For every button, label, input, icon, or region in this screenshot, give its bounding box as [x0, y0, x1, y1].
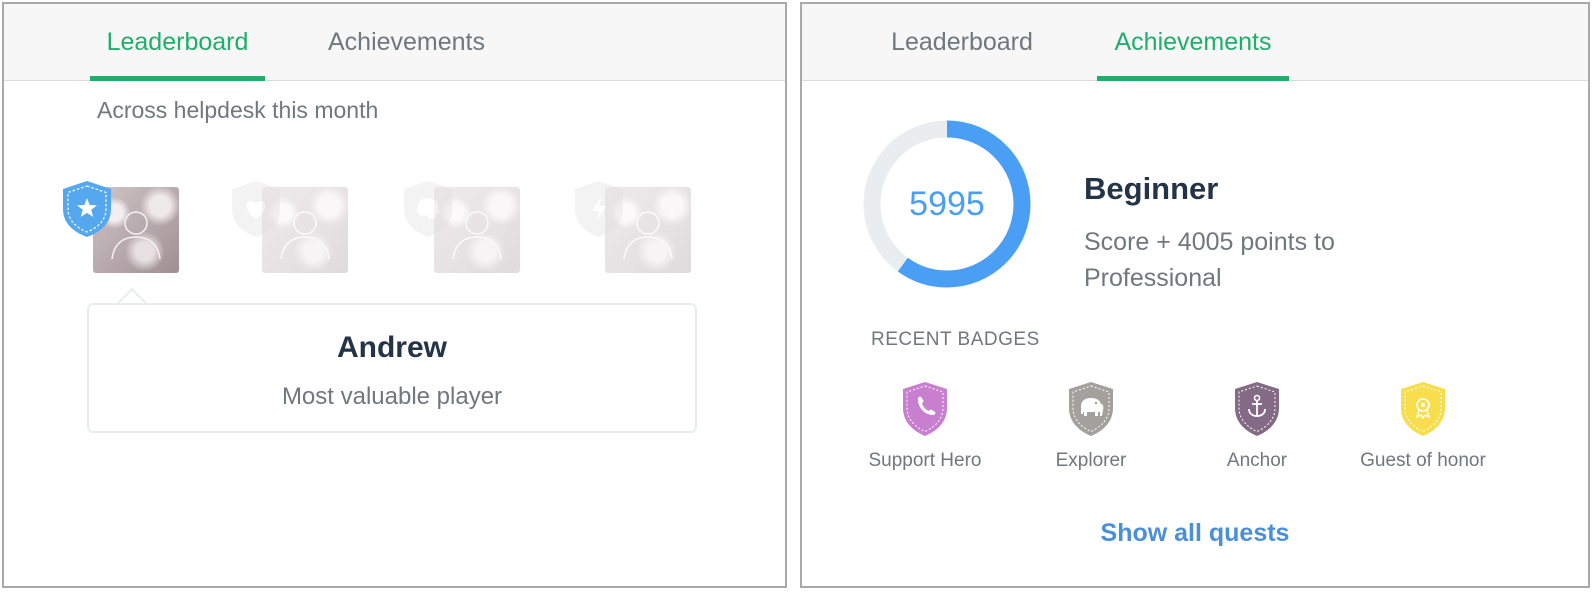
- player-title: Most valuable player: [281, 383, 503, 410]
- tab-achievements[interactable]: Achievements: [1097, 4, 1289, 81]
- show-all-quests-link[interactable]: Show all quests: [802, 519, 1588, 548]
- brain-shield-icon: [404, 181, 452, 237]
- badge-label: Support Hero: [868, 450, 982, 471]
- user-placeholder-icon: [111, 211, 161, 260]
- user-placeholder-icon: [623, 211, 673, 260]
- tab-leaderboard[interactable]: Leaderboard: [882, 4, 1042, 80]
- heart-shield-icon: [232, 181, 280, 237]
- star-shield-icon: [63, 181, 111, 237]
- leaderboard-subtitle: Across helpdesk this month: [97, 97, 379, 123]
- tab-leaderboard[interactable]: Leaderboard: [90, 4, 265, 81]
- recent-badges-heading: RECENT BADGES: [871, 329, 1040, 350]
- next-level-text: Score + 4005 points to Professional: [1084, 228, 1335, 292]
- tab-achievements[interactable]: Achievements: [314, 4, 499, 80]
- badge-label: Explorer: [1055, 450, 1127, 471]
- phone-icon: [903, 382, 947, 436]
- badge-label: Guest of honor: [1360, 450, 1486, 471]
- badge-explorer[interactable]: Explorer: [1016, 380, 1166, 472]
- user-placeholder-icon: [280, 211, 330, 260]
- badge-guest-of-honor[interactable]: Guest of honor: [1348, 380, 1498, 472]
- elephant-icon: [1069, 382, 1113, 436]
- tab-bar: Leaderboard Achievements: [802, 4, 1588, 81]
- badge-support-hero[interactable]: Support Hero: [850, 380, 1000, 472]
- badge-anchor[interactable]: Anchor: [1182, 380, 1332, 472]
- achievements-panel: Leaderboard Achievements 5995 Beginner S…: [800, 2, 1590, 588]
- user-placeholder-icon: [452, 211, 502, 260]
- anchor-icon: [1235, 382, 1279, 436]
- tab-bar: Leaderboard Achievements: [4, 4, 785, 81]
- badge-label: Anchor: [1226, 450, 1288, 471]
- score-value: 5995: [909, 185, 985, 223]
- lightning-shield-icon: [575, 181, 623, 237]
- level-title: Beginner: [1084, 171, 1219, 206]
- player-name: Andrew: [336, 331, 447, 364]
- medal-icon: [1401, 382, 1445, 436]
- player-card: Andrew Most valuable player: [87, 303, 697, 433]
- leaderboard-panel: Leaderboard Achievements Across helpdesk…: [2, 2, 787, 588]
